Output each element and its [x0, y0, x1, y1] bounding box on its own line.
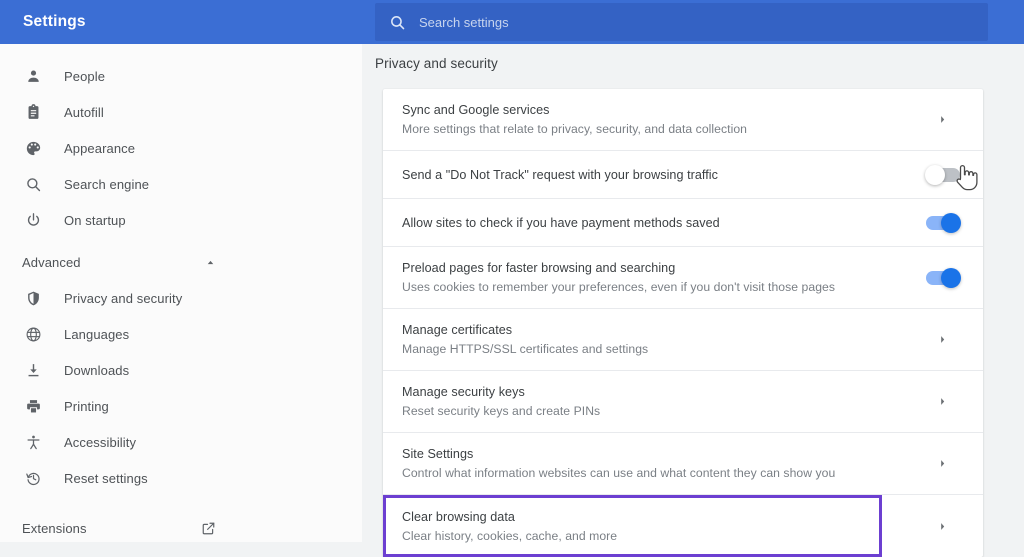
- row-control: [902, 168, 983, 182]
- row-text: Site Settings Control what information w…: [402, 433, 902, 494]
- row-title: Allow sites to check if you have payment…: [402, 214, 902, 232]
- sidebar-item-people[interactable]: People: [0, 58, 362, 94]
- settings-sidebar: People Autofill Appearance Search engine: [0, 44, 362, 542]
- sidebar-section-advanced[interactable]: Advanced: [0, 244, 362, 280]
- toggle-knob: [941, 268, 961, 288]
- row-control: [902, 216, 983, 230]
- sidebar-item-on-startup[interactable]: On startup: [0, 202, 362, 238]
- row-title: Preload pages for faster browsing and se…: [402, 259, 902, 277]
- row-title: Clear browsing data: [402, 508, 902, 526]
- sidebar-item-label: Languages: [64, 327, 129, 342]
- row-title: Site Settings: [402, 445, 902, 463]
- row-site-settings[interactable]: Site Settings Control what information w…: [383, 433, 983, 495]
- app-title: Settings: [0, 13, 376, 31]
- row-control: [902, 115, 983, 124]
- sidebar-item-label: Reset settings: [64, 471, 148, 486]
- row-subtitle: Reset security keys and create PINs: [402, 402, 902, 420]
- sidebar-item-label: People: [64, 69, 105, 84]
- row-text: Sync and Google services More settings t…: [402, 89, 902, 150]
- row-control: [902, 271, 983, 285]
- external-link-icon[interactable]: [201, 521, 216, 536]
- globe-icon: [22, 323, 44, 345]
- row-sync-and-google-services[interactable]: Sync and Google services More settings t…: [383, 89, 983, 151]
- sidebar-item-downloads[interactable]: Downloads: [0, 352, 362, 388]
- row-text: Manage certificates Manage HTTPS/SSL cer…: [402, 309, 902, 370]
- row-subtitle: Uses cookies to remember your preference…: [402, 278, 902, 296]
- privacy-settings-card: Sync and Google services More settings t…: [383, 89, 983, 557]
- row-title: Send a "Do Not Track" request with your …: [402, 166, 902, 184]
- sidebar-section-label: Advanced: [22, 255, 81, 270]
- toggle-knob: [925, 165, 945, 185]
- chevron-right-icon[interactable]: [938, 459, 947, 468]
- page-title: Privacy and security: [375, 56, 498, 71]
- settings-content: Privacy and security Sync and Google ser…: [362, 44, 1024, 542]
- row-text: Allow sites to check if you have payment…: [402, 202, 902, 244]
- magnifier-icon: [22, 173, 44, 195]
- row-text: Preload pages for faster browsing and se…: [402, 247, 902, 308]
- download-icon: [22, 359, 44, 381]
- row-subtitle: Control what information websites can us…: [402, 464, 902, 482]
- shield-icon: [22, 287, 44, 309]
- sidebar-item-label: Autofill: [64, 105, 104, 120]
- sidebar-item-privacy-and-security[interactable]: Privacy and security: [0, 280, 362, 316]
- preload-pages-toggle[interactable]: [926, 271, 960, 285]
- row-control: [902, 522, 983, 531]
- sidebar-item-label: Downloads: [64, 363, 129, 378]
- sidebar-item-label: Extensions: [22, 521, 87, 536]
- search-icon: [389, 14, 406, 31]
- person-icon: [22, 65, 44, 87]
- row-title: Manage certificates: [402, 321, 902, 339]
- search-input[interactable]: [419, 15, 988, 30]
- sidebar-item-label: Privacy and security: [64, 291, 182, 306]
- row-title: Sync and Google services: [402, 101, 902, 119]
- sidebar-item-label: On startup: [64, 213, 126, 228]
- chevron-right-icon[interactable]: [938, 335, 947, 344]
- row-clear-browsing-data[interactable]: Clear browsing data Clear history, cooki…: [383, 495, 983, 557]
- chevron-up-icon[interactable]: [205, 257, 216, 268]
- row-preload-pages[interactable]: Preload pages for faster browsing and se…: [383, 247, 983, 309]
- sidebar-item-extensions[interactable]: Extensions: [0, 510, 362, 546]
- sidebar-item-reset-settings[interactable]: Reset settings: [0, 460, 362, 496]
- row-do-not-track[interactable]: Send a "Do Not Track" request with your …: [383, 151, 983, 199]
- sidebar-item-appearance[interactable]: Appearance: [0, 130, 362, 166]
- sidebar-item-printing[interactable]: Printing: [0, 388, 362, 424]
- row-control: [902, 459, 983, 468]
- sidebar-item-label: Search engine: [64, 177, 149, 192]
- accessibility-icon: [22, 431, 44, 453]
- palette-icon: [22, 137, 44, 159]
- printer-icon: [22, 395, 44, 417]
- clipboard-icon: [22, 101, 44, 123]
- row-text: Clear browsing data Clear history, cooki…: [402, 496, 902, 557]
- row-manage-security-keys[interactable]: Manage security keys Reset security keys…: [383, 371, 983, 433]
- row-subtitle: More settings that relate to privacy, se…: [402, 120, 902, 138]
- chevron-right-icon[interactable]: [938, 115, 947, 124]
- search-bar[interactable]: [375, 3, 988, 41]
- sidebar-item-label: Accessibility: [64, 435, 136, 450]
- row-control: [902, 397, 983, 406]
- toggle-knob: [941, 213, 961, 233]
- app-header: Settings: [0, 0, 1024, 44]
- history-icon: [22, 467, 44, 489]
- sidebar-item-label: Appearance: [64, 141, 135, 156]
- row-manage-certificates[interactable]: Manage certificates Manage HTTPS/SSL cer…: [383, 309, 983, 371]
- row-title: Manage security keys: [402, 383, 902, 401]
- sidebar-item-accessibility[interactable]: Accessibility: [0, 424, 362, 460]
- row-subtitle: Manage HTTPS/SSL certificates and settin…: [402, 340, 902, 358]
- sidebar-item-search-engine[interactable]: Search engine: [0, 166, 362, 202]
- sidebar-item-autofill[interactable]: Autofill: [0, 94, 362, 130]
- row-text: Manage security keys Reset security keys…: [402, 371, 902, 432]
- chevron-right-icon[interactable]: [938, 522, 947, 531]
- row-control: [902, 335, 983, 344]
- chevron-right-icon[interactable]: [938, 397, 947, 406]
- do-not-track-toggle[interactable]: [926, 168, 960, 182]
- row-payment-methods[interactable]: Allow sites to check if you have payment…: [383, 199, 983, 247]
- payment-methods-toggle[interactable]: [926, 216, 960, 230]
- sidebar-item-label: Printing: [64, 399, 109, 414]
- row-text: Send a "Do Not Track" request with your …: [402, 154, 902, 196]
- sidebar-item-languages[interactable]: Languages: [0, 316, 362, 352]
- power-icon: [22, 209, 44, 231]
